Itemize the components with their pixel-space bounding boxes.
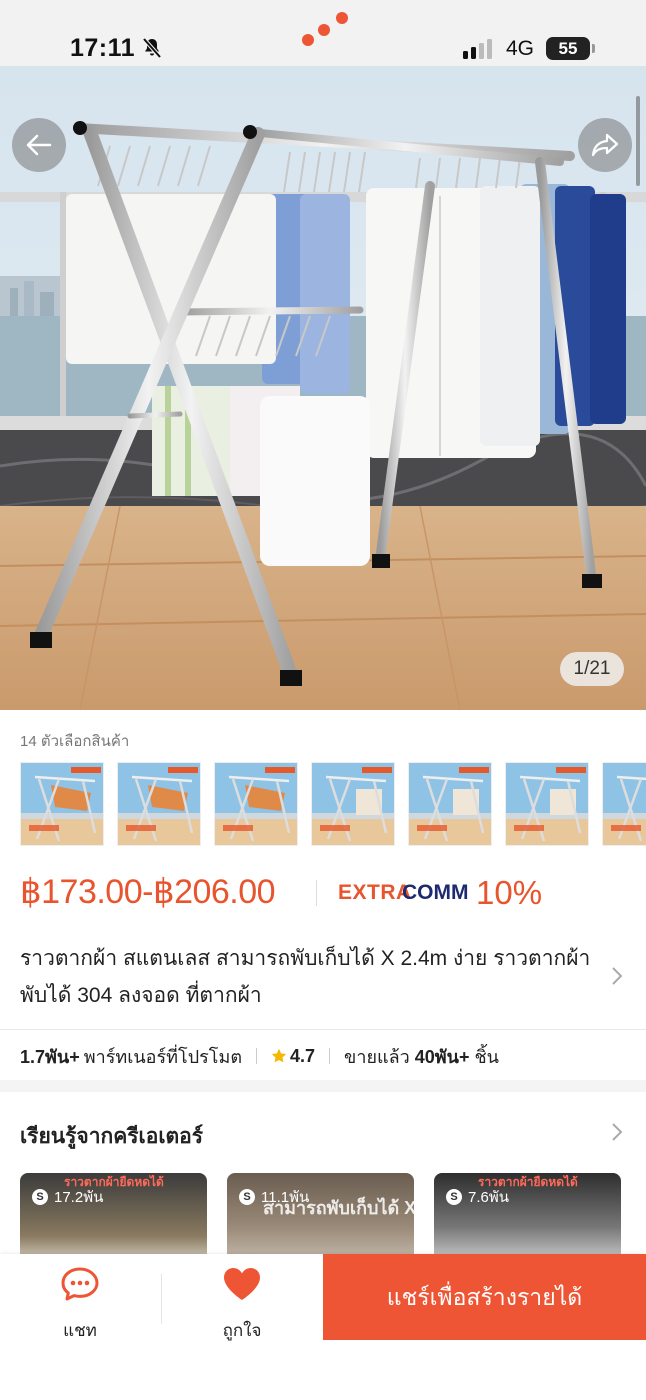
- partners-label: พาร์ทเนอร์ที่โปรโมต: [83, 1046, 243, 1067]
- star-icon: [271, 1048, 287, 1063]
- share-to-earn-button[interactable]: แชร์เพื่อสร้างรายได้: [323, 1254, 646, 1340]
- network-label: 4G: [506, 37, 535, 60]
- sold-count: 40พัน+: [414, 1046, 470, 1067]
- play-badge-icon: S: [239, 1189, 255, 1205]
- product-title[interactable]: ราวตากผ้า สแตนเลส สามารถพับเก็บได้ X 2.4…: [20, 940, 608, 1014]
- price-divider: [316, 880, 317, 906]
- creator-video-card[interactable]: ราวตากผ้ายืดหดได้ S 7.6พัน: [434, 1173, 621, 1263]
- video-views: S 7.6พัน: [446, 1185, 509, 1209]
- tab-separator: [161, 1274, 162, 1324]
- extra-label: EXTRA: [338, 881, 412, 904]
- back-button[interactable]: [12, 118, 66, 172]
- variant-thumbnails[interactable]: [20, 762, 646, 846]
- video-views: S 17.2พัน: [32, 1185, 103, 1209]
- variant-thumbnail[interactable]: [408, 762, 492, 846]
- signal-icon: [463, 39, 492, 59]
- chevron-right-icon[interactable]: [610, 966, 624, 986]
- variant-image: [603, 763, 646, 845]
- image-scroll-indicator: [636, 96, 640, 186]
- stats-separator: [256, 1048, 258, 1064]
- image-page-indicator: 1/21: [560, 652, 624, 686]
- bell-muted-icon: [142, 37, 162, 59]
- partners-count: 1.7พัน+: [20, 1046, 80, 1067]
- bottom-action-bar: แชท ถูกใจ แชร์เพื่อสร้างรายได้: [0, 1254, 646, 1400]
- sold-label: ขายแล้ว: [344, 1046, 410, 1067]
- comm-label: COMM: [402, 881, 469, 904]
- play-badge-icon: S: [32, 1189, 48, 1205]
- battery-indicator: 55: [546, 37, 595, 60]
- play-badge-icon: S: [446, 1189, 462, 1205]
- chevron-right-icon[interactable]: [610, 1122, 624, 1142]
- like-button[interactable]: ถูกใจ: [192, 1266, 292, 1344]
- chat-icon: [61, 1267, 99, 1301]
- like-label: ถูกใจ: [222, 1321, 262, 1340]
- commission-rate: 10%: [476, 874, 543, 911]
- variant-thumbnail[interactable]: [311, 762, 395, 846]
- variant-image: [21, 763, 103, 845]
- product-photo: [0, 66, 646, 710]
- variant-thumbnail[interactable]: [505, 762, 589, 846]
- variant-thumbnail[interactable]: [117, 762, 201, 846]
- chat-label: แชท: [63, 1321, 97, 1340]
- variant-image: [312, 763, 394, 845]
- video-views-count: 17.2พัน: [54, 1189, 104, 1206]
- creator-video-card[interactable]: สามารถพับเก็บได้ X S 11.1พัน: [227, 1173, 414, 1263]
- variant-image: [118, 763, 200, 845]
- variants-label[interactable]: 14 ตัวเลือกสินค้า: [20, 729, 129, 753]
- video-views: S 11.1พัน: [239, 1185, 309, 1209]
- rating-value: 4.7: [290, 1045, 316, 1066]
- variant-thumbnail[interactable]: [20, 762, 104, 846]
- product-stats: 1.7พัน+ พาร์ทเนอร์ที่โปรโมต 4.7 ขายแล้ว …: [20, 1044, 499, 1068]
- section-gap: [0, 1080, 646, 1092]
- variant-thumbnail[interactable]: [602, 762, 646, 846]
- back-arrow-icon: [26, 134, 52, 156]
- variant-image: [506, 763, 588, 845]
- creator-video-card[interactable]: ราวตากผ้ายืดหดได้ S 17.2พัน: [20, 1173, 207, 1263]
- video-views-count: 7.6พัน: [468, 1189, 509, 1206]
- divider: [0, 1029, 646, 1030]
- loading-dots-icon: [302, 12, 348, 46]
- product-image-carousel[interactable]: 1/21: [0, 66, 646, 710]
- creators-section-title[interactable]: เรียนรู้จากครีเอเตอร์: [20, 1120, 203, 1153]
- video-views-count: 11.1พัน: [261, 1189, 310, 1206]
- share-icon: [591, 133, 619, 157]
- chat-button[interactable]: แชท: [30, 1266, 130, 1344]
- price-range: ฿173.00-฿206.00: [20, 873, 276, 911]
- status-bar: 17:11 4G 55: [0, 0, 646, 66]
- stats-separator: [329, 1048, 331, 1064]
- variant-image: [409, 763, 491, 845]
- status-time: 17:11: [70, 34, 136, 62]
- variant-image: [215, 763, 297, 845]
- heart-icon: [224, 1268, 260, 1300]
- share-button[interactable]: [578, 118, 632, 172]
- variant-thumbnail[interactable]: [214, 762, 298, 846]
- sold-unit: ชิ้น: [474, 1046, 499, 1067]
